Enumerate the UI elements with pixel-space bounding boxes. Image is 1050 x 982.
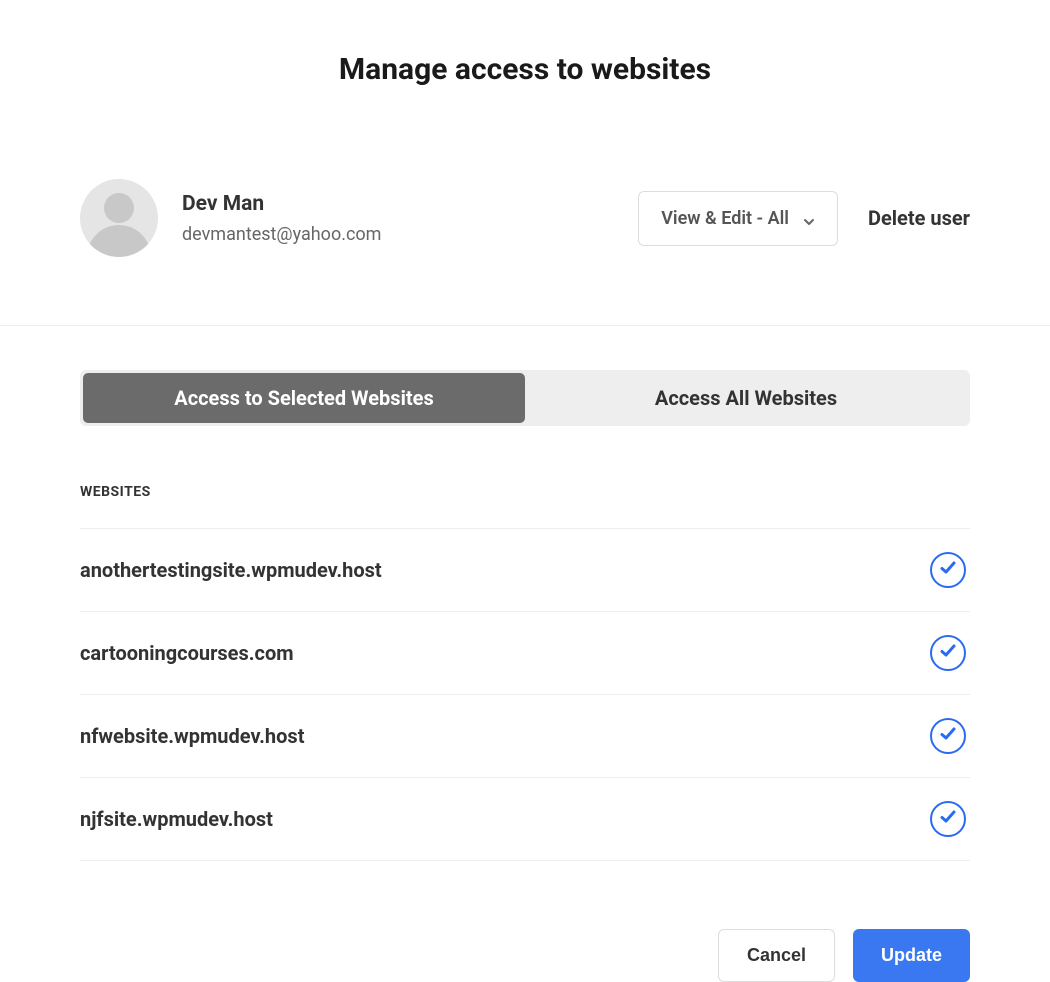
table-row: anothertestingsite.wpmudev.host <box>80 528 970 611</box>
user-info: Dev Man devmantest@yahoo.com <box>182 192 638 245</box>
check-icon <box>939 808 957 830</box>
delete-user-link[interactable]: Delete user <box>868 206 970 230</box>
access-tabs: Access to Selected Websites Access All W… <box>80 370 970 426</box>
check-toggle[interactable] <box>930 718 966 754</box>
tab-all-websites[interactable]: Access All Websites <box>525 373 967 423</box>
footer-actions: Cancel Update <box>0 861 1050 982</box>
cancel-button[interactable]: Cancel <box>718 929 835 982</box>
update-button[interactable]: Update <box>853 929 970 982</box>
table-row: cartooningcourses.com <box>80 611 970 694</box>
website-label: nfwebsite.wpmudev.host <box>80 724 304 748</box>
check-toggle[interactable] <box>930 801 966 837</box>
role-dropdown-label: View & Edit - All <box>661 208 789 229</box>
chevron-down-icon <box>803 212 815 224</box>
check-toggle[interactable] <box>930 552 966 588</box>
table-row: nfwebsite.wpmudev.host <box>80 694 970 777</box>
page-title: Manage access to websites <box>0 0 1050 87</box>
check-icon <box>939 725 957 747</box>
website-label: anothertestingsite.wpmudev.host <box>80 558 382 582</box>
user-bar: Dev Man devmantest@yahoo.com View & Edit… <box>0 179 1050 257</box>
check-icon <box>939 559 957 581</box>
avatar <box>80 179 158 257</box>
website-label: cartooningcourses.com <box>80 641 294 665</box>
role-dropdown[interactable]: View & Edit - All <box>638 191 838 246</box>
tab-selected-websites[interactable]: Access to Selected Websites <box>83 373 525 423</box>
check-icon <box>939 642 957 664</box>
table-header: WEBSITES <box>80 484 970 528</box>
website-list: anothertestingsite.wpmudev.host cartooni… <box>80 528 970 861</box>
website-label: njfsite.wpmudev.host <box>80 807 273 831</box>
table-row: njfsite.wpmudev.host <box>80 777 970 861</box>
check-toggle[interactable] <box>930 635 966 671</box>
user-name: Dev Man <box>182 192 638 216</box>
user-email: devmantest@yahoo.com <box>182 224 638 245</box>
